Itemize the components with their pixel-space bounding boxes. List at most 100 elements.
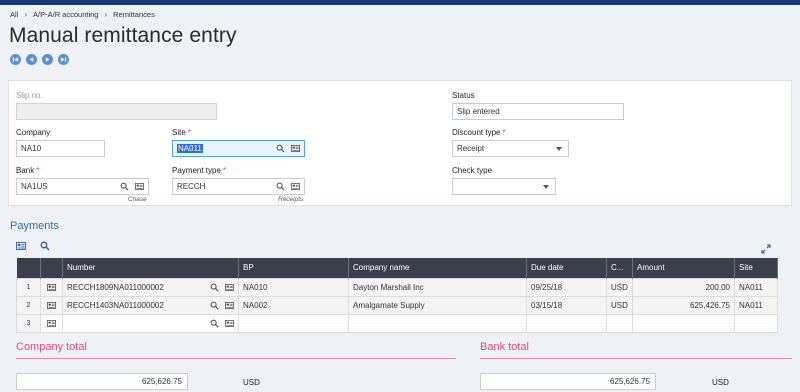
bank-total-title: Bank total	[480, 341, 529, 353]
company-label: Company	[16, 128, 51, 137]
detail-card-icon[interactable]	[291, 182, 300, 191]
required-marker: *	[36, 166, 40, 175]
payments-toolbar	[16, 241, 50, 251]
cell-bp: NA010	[238, 277, 349, 297]
cell-due-date	[526, 313, 607, 333]
search-icon[interactable]	[276, 144, 285, 153]
cell-number[interactable]: RECCH1403NA011000002	[62, 295, 239, 315]
required-marker: *	[187, 128, 191, 137]
detail-card-icon[interactable]	[16, 241, 26, 251]
search-icon[interactable]	[210, 283, 219, 292]
row-detail-button[interactable]	[40, 277, 63, 297]
cell-due-date: 03/15/18	[526, 295, 607, 315]
cell-currency: USD	[606, 295, 633, 315]
record-navigation	[10, 54, 69, 65]
column-header-number[interactable]: Number	[62, 258, 239, 278]
payment-type-label: Payment type *	[172, 166, 226, 175]
first-record-icon[interactable]	[10, 54, 21, 65]
table-row[interactable]: 3	[16, 313, 778, 333]
company-total-currency: USD	[243, 378, 260, 387]
site-label: Site *	[172, 128, 191, 137]
column-header-site[interactable]: Site	[734, 258, 778, 278]
bank-field[interactable]: NA1US	[16, 178, 149, 195]
discount-type-select[interactable]: Receipt	[452, 140, 569, 157]
slip-no-label: Slip no.	[16, 91, 43, 100]
check-type-label: Check type	[452, 166, 493, 175]
status-label: Status	[452, 91, 475, 100]
column-header-amount[interactable]: Amount	[632, 258, 735, 278]
chevron-down-icon	[556, 147, 562, 151]
row-index: 1	[16, 277, 41, 297]
detail-card-icon[interactable]	[47, 319, 56, 328]
status-field: Slip entered	[452, 103, 624, 120]
table-header-row: Number BP Company name Due date C... Amo…	[16, 258, 778, 278]
detail-card-icon[interactable]	[291, 144, 300, 153]
search-icon[interactable]	[210, 319, 219, 328]
company-total-divider	[16, 358, 456, 359]
breadcrumb-all[interactable]: All	[10, 10, 18, 19]
bank-description: Chase	[128, 196, 147, 203]
breadcrumb-remittances[interactable]: Remittances	[113, 10, 155, 19]
search-icon[interactable]	[210, 301, 219, 310]
company-total-field: 625,626.75	[16, 373, 188, 390]
status-value: Slip entered	[457, 107, 500, 116]
search-icon[interactable]	[120, 182, 129, 191]
row-detail-column-header	[40, 258, 63, 278]
search-icon[interactable]	[40, 241, 50, 251]
table-row[interactable]: 2 RECCH1403NA011000002 NA002 Amalgamate …	[16, 295, 778, 315]
detail-card-icon[interactable]	[47, 301, 56, 310]
next-record-icon[interactable]	[42, 54, 53, 65]
search-icon[interactable]	[276, 182, 285, 191]
company-value: NA10	[21, 144, 42, 153]
table-row[interactable]: 1 RECCH1809NA011000002 NA010 Dayton Mars…	[16, 277, 778, 297]
company-field[interactable]: NA10	[16, 140, 105, 157]
previous-record-icon[interactable]	[26, 54, 37, 65]
chevron-down-icon	[543, 185, 549, 189]
row-detail-button[interactable]	[40, 313, 63, 333]
payment-type-field[interactable]: RECCH	[172, 178, 305, 195]
detail-card-icon[interactable]	[225, 301, 234, 310]
site-field[interactable]: NA011	[172, 140, 305, 157]
index-column-header	[16, 258, 41, 278]
cell-site: NA011	[734, 277, 778, 297]
company-total-value: 625,626.75	[141, 377, 182, 386]
breadcrumb-ap-ar[interactable]: A/P-A/R accounting	[33, 10, 98, 19]
detail-card-icon[interactable]	[225, 319, 234, 328]
column-header-company-name[interactable]: Company name	[348, 258, 527, 278]
cell-currency: USD	[606, 277, 633, 297]
discount-type-value: Receipt	[457, 144, 485, 153]
last-record-icon[interactable]	[58, 54, 69, 65]
cell-number[interactable]: RECCH1809NA011000002	[62, 277, 239, 297]
payment-type-label-text: Payment type	[172, 166, 221, 175]
cell-site: NA011	[734, 295, 778, 315]
site-value: NA011	[177, 144, 203, 153]
bank-total-value: 625,626.75	[609, 377, 650, 386]
expand-icon[interactable]	[761, 241, 771, 259]
cell-company-name: Amalgamate Supply	[348, 295, 527, 315]
row-index: 2	[16, 295, 41, 315]
cell-amount: 625,426.75	[632, 295, 735, 315]
payment-type-value: RECCH	[177, 182, 206, 191]
bank-value: NA1US	[21, 182, 48, 191]
payment-type-description: Receipts	[278, 196, 304, 203]
required-marker: *	[222, 166, 227, 175]
column-header-currency[interactable]: C...	[606, 258, 633, 278]
discount-type-label-text: Discount type	[452, 128, 501, 137]
detail-card-icon[interactable]	[135, 182, 144, 191]
payments-section-title: Payments	[10, 220, 59, 232]
top-bar	[0, 0, 800, 5]
cell-amount	[632, 313, 735, 333]
column-header-due-date[interactable]: Due date	[526, 258, 607, 278]
cell-currency	[606, 313, 633, 333]
detail-card-icon[interactable]	[225, 283, 234, 292]
detail-card-icon[interactable]	[47, 283, 56, 292]
cell-number-value: RECCH1403NA011000002	[67, 300, 164, 310]
cell-number-value: RECCH1809NA011000002	[67, 282, 164, 292]
row-detail-button[interactable]	[40, 295, 63, 315]
bank-total-currency: USD	[712, 378, 729, 387]
cell-site	[734, 313, 778, 333]
check-type-select[interactable]	[452, 178, 556, 195]
cell-number[interactable]	[62, 313, 239, 333]
cell-company-name: Dayton Marshall Inc	[348, 277, 527, 297]
column-header-bp[interactable]: BP	[238, 258, 349, 278]
